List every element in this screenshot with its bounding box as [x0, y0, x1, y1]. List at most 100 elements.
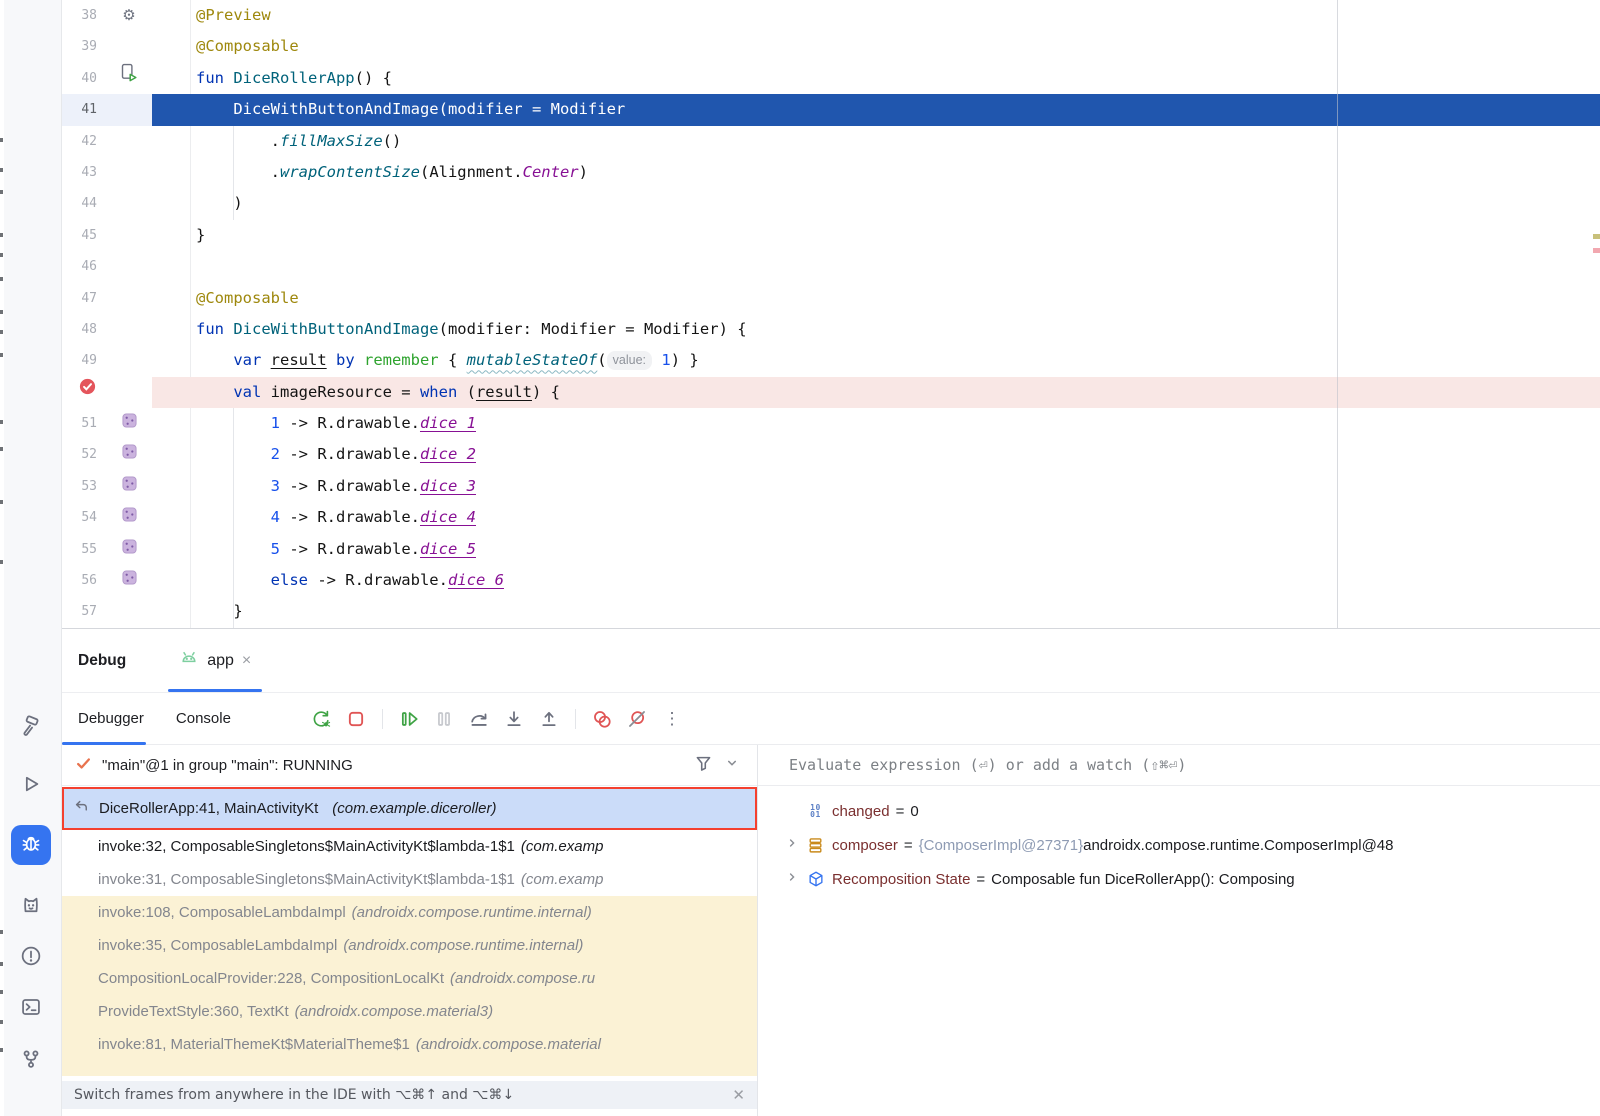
chevron-right-icon[interactable] [784, 869, 800, 889]
more-icon[interactable]: ⋮ [659, 706, 685, 732]
dice-icon[interactable] [122, 565, 137, 596]
line-number[interactable]: 39 [62, 31, 106, 62]
stack-frame[interactable]: invoke:108, ComposableLambdaImpl(android… [62, 896, 757, 929]
pause-icon[interactable] [431, 706, 457, 732]
line-number[interactable]: 38 [62, 0, 106, 31]
line-number[interactable]: 41 [62, 94, 106, 125]
code-text[interactable]: ) [152, 188, 1600, 219]
filter-icon[interactable] [693, 753, 714, 778]
code-text[interactable]: @Composable [152, 283, 1600, 314]
code-text[interactable]: 1 -> R.drawable.dice_1 [152, 408, 1600, 439]
stack-frame[interactable]: invoke:81, MaterialThemeKt$MaterialTheme… [62, 1028, 757, 1061]
run-preview-icon[interactable] [119, 63, 139, 94]
line-number[interactable]: 52 [62, 439, 106, 470]
stack-frame[interactable]: CompositionLocalProvider:228, Compositio… [62, 962, 757, 995]
line-number[interactable]: 40 [62, 63, 106, 94]
code-text[interactable]: 5 -> R.drawable.dice_5 [152, 534, 1600, 565]
line-number[interactable]: 53 [62, 471, 106, 502]
sidebar-item-logcat[interactable] [11, 886, 51, 926]
evaluate-expression-input[interactable]: Evaluate expression (⏎) or add a watch (… [758, 745, 1600, 786]
code-text[interactable]: DiceWithButtonAndImage(modifier = Modifi… [152, 94, 1600, 125]
code-lines[interactable]: 38 ⚙ @Preview 39 @Composable 40 fun DiceRoller… [62, 0, 1600, 628]
line-number[interactable]: 55 [62, 534, 106, 565]
close-icon[interactable]: × [242, 653, 251, 669]
sidebar-item-build[interactable] [11, 708, 51, 748]
code-text[interactable]: 2 -> R.drawable.dice_2 [152, 439, 1600, 470]
gutter-icon-slot[interactable] [106, 63, 152, 94]
mute-breakpoints-icon[interactable] [624, 706, 650, 732]
dice-icon[interactable] [122, 408, 137, 439]
tab-console[interactable]: Console [160, 693, 247, 744]
line-number[interactable]: 45 [62, 220, 106, 251]
stack-frame[interactable]: invoke:31, ComposableSingletons$MainActi… [62, 863, 757, 896]
run-icon [20, 773, 42, 800]
step-out-icon[interactable] [536, 706, 562, 732]
watch-row[interactable]: composer={ComposerImpl@27371} androidx.c… [758, 828, 1600, 862]
gutter-icon-slot[interactable] [106, 408, 152, 439]
gutter-icon-slot[interactable]: ⚙ [106, 0, 152, 31]
breakpoint-verified-icon[interactable] [78, 377, 97, 408]
gutter-icon-slot[interactable] [106, 534, 152, 565]
line-number[interactable] [62, 377, 106, 408]
line-number[interactable]: 54 [62, 502, 106, 533]
resume-icon[interactable] [396, 706, 422, 732]
gutter-icon-slot[interactable] [106, 439, 152, 470]
dice-icon[interactable] [122, 439, 137, 470]
code-text[interactable]: fun DiceRollerApp() { [152, 63, 1600, 94]
session-tab-app[interactable]: app × [166, 629, 264, 692]
stack-frame[interactable]: ProvideTextStyle:360, TextKt(androidx.co… [62, 995, 757, 1028]
chevron-right-icon[interactable] [784, 835, 800, 855]
code-text[interactable]: var result by remember { mutableStateOf(… [152, 345, 1600, 376]
sidebar-item-run[interactable] [11, 766, 51, 806]
line-number[interactable]: 44 [62, 188, 106, 219]
gutter-icon-slot[interactable] [106, 502, 152, 533]
code-text[interactable]: val imageResource = when (result) { [152, 377, 1600, 408]
dice-icon[interactable] [122, 471, 137, 502]
line-number[interactable]: 42 [62, 126, 106, 157]
stop-icon[interactable] [343, 706, 369, 732]
close-icon[interactable]: ✕ [732, 1086, 745, 1104]
sidebar-item-debug[interactable] [11, 825, 51, 865]
code-text[interactable]: @Composable [152, 31, 1600, 62]
line-number[interactable]: 49 [62, 345, 106, 376]
code-editor[interactable]: 38 ⚙ @Preview 39 @Composable 40 fun DiceRoller… [62, 0, 1600, 628]
line-number[interactable]: 48 [62, 314, 106, 345]
watch-row[interactable]: Recomposition State=Composable fun DiceR… [758, 862, 1600, 896]
code-text[interactable]: .wrapContentSize(Alignment.Center) [152, 157, 1600, 188]
sidebar-item-terminal[interactable] [11, 989, 51, 1029]
tab-debugger[interactable]: Debugger [62, 693, 160, 744]
line-number[interactable]: 56 [62, 565, 106, 596]
step-into-icon[interactable] [501, 706, 527, 732]
step-over-icon[interactable] [466, 706, 492, 732]
gear-icon[interactable]: ⚙ [122, 0, 135, 31]
watch-row[interactable]: 1001changed=0 [758, 794, 1600, 828]
code-text[interactable]: 3 -> R.drawable.dice_3 [152, 471, 1600, 502]
line-number[interactable]: 46 [62, 251, 106, 282]
sidebar-item-version-control[interactable] [11, 1041, 51, 1081]
thread-selector[interactable]: "main"@1 in group "main": RUNNING [62, 745, 757, 786]
code-text[interactable]: .fillMaxSize() [152, 126, 1600, 157]
code-text[interactable]: fun DiceWithButtonAndImage(modifier: Mod… [152, 314, 1600, 345]
gutter-icon-slot[interactable] [106, 565, 152, 596]
line-number[interactable]: 51 [62, 408, 106, 439]
chevron-down-icon[interactable] [723, 754, 741, 776]
code-text[interactable]: @Preview [152, 0, 1600, 31]
code-text[interactable]: } [152, 220, 1600, 251]
line-number[interactable]: 47 [62, 283, 106, 314]
dice-icon[interactable] [122, 534, 137, 565]
dice-icon[interactable] [122, 502, 137, 533]
rerun-debug-icon[interactable] [308, 706, 334, 732]
stack-frame[interactable]: invoke:35, ComposableLambdaImpl(androidx… [62, 929, 757, 962]
code-text[interactable]: } [152, 596, 1600, 627]
sidebar-item-problems[interactable] [11, 938, 51, 978]
line-number[interactable]: 43 [62, 157, 106, 188]
code-text[interactable]: else -> R.drawable.dice_6 [152, 565, 1600, 596]
code-text[interactable]: 4 -> R.drawable.dice_4 [152, 502, 1600, 533]
gutter-icon-slot[interactable] [106, 471, 152, 502]
code-text[interactable] [152, 251, 1600, 282]
view-breakpoints-icon[interactable] [589, 706, 615, 732]
line-number[interactable]: 57 [62, 596, 106, 627]
gutter-icon-slot[interactable] [106, 377, 152, 408]
stack-frame[interactable]: DiceRollerApp:41, MainActivityKt(com.exa… [62, 787, 757, 830]
stack-frame[interactable]: invoke:32, ComposableSingletons$MainActi… [62, 830, 757, 863]
